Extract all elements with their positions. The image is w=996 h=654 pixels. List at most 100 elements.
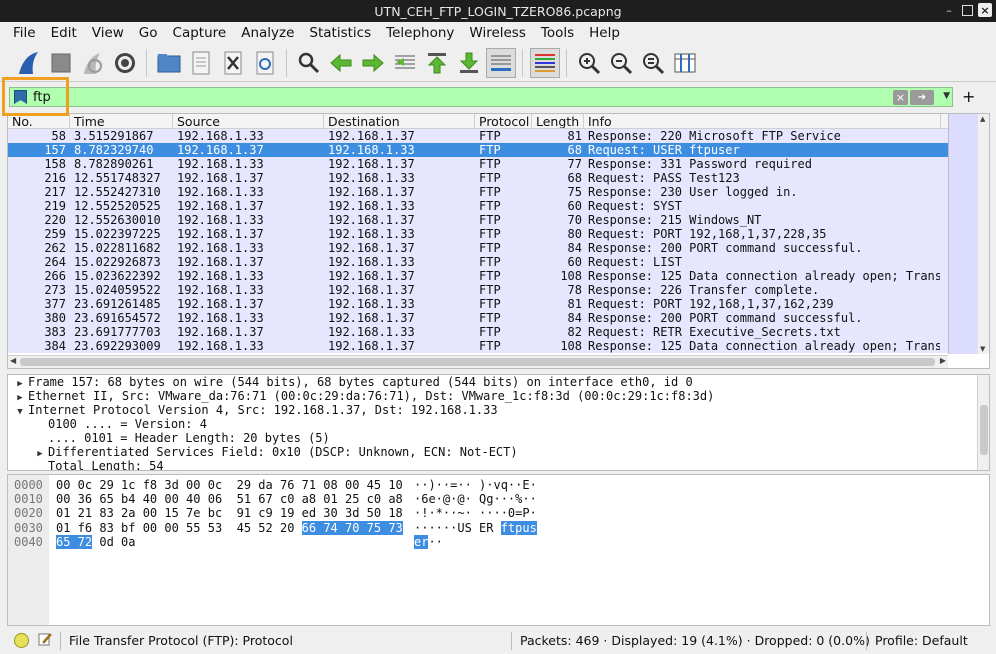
packet-row[interactable]: 157 8.782329740 192.168.1.37 192.168.1.33 FT… <box>8 143 989 157</box>
packet-row[interactable]: 384 23.692293009 192.168.1.33 192.168.1.37 F… <box>8 339 989 353</box>
find-packet-icon[interactable] <box>294 48 324 78</box>
packet-cell-protocol: FTP <box>479 185 501 199</box>
packet-row[interactable]: 220 12.552630010 192.168.1.33 192.168.1.37 F… <box>8 213 989 227</box>
open-folder-icon[interactable] <box>154 48 184 78</box>
packet-row[interactable]: 383 23.691777703 192.168.1.37 192.168.1.33 F… <box>8 325 989 339</box>
menu-capture[interactable]: Capture <box>165 25 234 41</box>
expert-info-led-icon[interactable] <box>14 633 29 648</box>
column-header-info[interactable]: Info <box>584 114 941 128</box>
packet-row[interactable]: 377 23.691261485 192.168.1.37 192.168.1.33 F… <box>8 297 989 311</box>
menu-analyze[interactable]: Analyze <box>233 25 301 41</box>
details-scrollbar[interactable] <box>977 375 989 470</box>
capture-comment-icon[interactable] <box>38 632 52 646</box>
stop-square-icon[interactable] <box>46 48 76 78</box>
detail-line[interactable]: 0100 .... = Version: 4 <box>8 417 989 431</box>
packet-row[interactable]: 219 12.552520525 192.168.1.37 192.168.1.33 F… <box>8 199 989 213</box>
menu-telephony[interactable]: Telephony <box>378 25 461 41</box>
capture-options-gear-icon[interactable] <box>110 48 140 78</box>
packet-row[interactable]: 216 12.551748327 192.168.1.37 192.168.1.33 F… <box>8 171 989 185</box>
packet-row[interactable]: 262 15.022811682 192.168.1.33 192.168.1.37 F… <box>8 241 989 255</box>
detail-line[interactable]: ▼ Internet Protocol Version 4, Src: 192.1… <box>8 403 989 417</box>
clear-filter-icon[interactable]: × <box>893 90 908 105</box>
hex-text: 01 21 83 2a 00 15 7e bc 91 c9 19 ed 30 3… <box>56 506 403 521</box>
scroll-up-icon[interactable]: ▲ <box>980 115 985 123</box>
detail-line[interactable]: ▶ Ethernet II, Src: VMware_da:76:71 (00:0… <box>8 389 989 403</box>
packet-cell-source: 192.168.1.37 <box>177 227 264 241</box>
add-filter-button[interactable]: + <box>962 87 975 106</box>
packet-row[interactable]: 273 15.024059522 192.168.1.33 192.168.1.37 F… <box>8 283 989 297</box>
apply-filter-arrow-icon[interactable]: ➜ <box>910 90 934 105</box>
menu-view[interactable]: View <box>84 25 131 41</box>
detail-line[interactable]: Total Length: 54 <box>8 459 989 470</box>
bookmark-icon[interactable] <box>14 90 27 104</box>
restart-capture-icon[interactable] <box>78 48 108 78</box>
detail-line[interactable]: .... 0101 = Header Length: 20 bytes (5) <box>8 431 989 445</box>
scroll-down-icon[interactable]: ▼ <box>980 345 985 353</box>
hex-bytes[interactable]: 01 21 83 2a 00 15 7e bc 91 c9 19 ed 30 3… <box>56 506 403 520</box>
hex-bytes[interactable]: 01 f6 83 bf 00 00 55 53 45 52 20 66 74 7… <box>56 520 403 535</box>
menu-go[interactable]: Go <box>131 25 165 41</box>
minimize-icon[interactable]: – <box>942 3 956 17</box>
column-header-time[interactable]: Time <box>70 114 173 128</box>
hscroll-thumb[interactable] <box>20 358 935 366</box>
packet-cell-no: 219 <box>44 199 66 213</box>
last-packet-icon[interactable] <box>454 48 484 78</box>
packet-row[interactable]: 380 23.691654572 192.168.1.33 192.168.1.37 F… <box>8 311 989 325</box>
status-profile[interactable]: Profile: Default <box>875 633 968 648</box>
autoscroll-icon[interactable] <box>486 47 516 78</box>
zoom-in-icon[interactable] <box>574 48 604 78</box>
chevron-down-icon[interactable]: ▼ <box>943 91 950 101</box>
packet-list-scrollbar[interactable]: ▲ ▼ <box>948 114 989 354</box>
packet-cell-info: Response: 215 Windows_NT <box>588 213 762 227</box>
column-header-length[interactable]: Length <box>532 114 584 128</box>
packet-row[interactable]: 158 8.782890261 192.168.1.33 192.168.1.37 FT… <box>8 157 989 171</box>
reload-icon[interactable] <box>250 48 280 78</box>
first-packet-icon[interactable] <box>422 48 452 78</box>
details-scroll-thumb[interactable] <box>980 405 988 455</box>
column-header-destination[interactable]: Destination <box>324 114 475 128</box>
maximize-icon[interactable] <box>960 3 974 17</box>
menu-file[interactable]: File <box>5 25 43 41</box>
scroll-right-icon[interactable]: ▶ <box>940 356 946 365</box>
detail-line[interactable]: ▶ Frame 157: 68 bytes on wire (544 bits),… <box>8 375 989 389</box>
zoom-out-icon[interactable] <box>606 48 636 78</box>
packet-list-hscrollbar[interactable]: ◀ ▶ <box>8 355 948 368</box>
resize-columns-icon[interactable] <box>670 48 700 78</box>
ascii-bytes[interactable]: er·· <box>414 534 443 549</box>
ascii-bytes[interactable]: ·!·*··~· ····0=P· <box>414 506 537 520</box>
hex-bytes[interactable]: 65 72 0d 0a <box>56 534 135 549</box>
packet-row[interactable]: 266 15.023622392 192.168.1.33 192.168.1.37 F… <box>8 269 989 283</box>
packet-minimap[interactable] <box>948 114 978 354</box>
detail-line[interactable]: ▶ Differentiated Services Field: 0x10 (DS… <box>8 445 989 459</box>
menu-tools[interactable]: Tools <box>533 25 581 41</box>
column-header-no[interactable]: No. <box>8 114 70 128</box>
ascii-bytes[interactable]: ··)··=·· )·vq··E· <box>414 478 537 492</box>
menu-help[interactable]: Help <box>581 25 627 41</box>
column-header-protocol[interactable]: Protocol <box>475 114 532 128</box>
save-file-icon[interactable] <box>186 48 216 78</box>
go-back-arrow-icon[interactable] <box>326 48 356 78</box>
normal-size-icon[interactable] <box>638 48 668 78</box>
hex-bytes[interactable]: 00 0c 29 1c f8 3d 00 0c 29 da 76 71 08 0… <box>56 478 403 492</box>
colorize-icon[interactable] <box>530 47 560 78</box>
close-window-icon[interactable]: × <box>978 3 992 17</box>
display-filter-input[interactable] <box>33 89 833 105</box>
go-forward-arrow-icon[interactable] <box>358 48 388 78</box>
packet-row[interactable]: 259 15.022397225 192.168.1.37 192.168.1.33 F… <box>8 227 989 241</box>
menu-statistics[interactable]: Statistics <box>301 25 378 41</box>
column-header-source[interactable]: Source <box>173 114 324 128</box>
ascii-bytes[interactable]: ······US ER ftpus <box>414 520 537 535</box>
packet-row[interactable]: 217 12.552427310 192.168.1.33 192.168.1.37 F… <box>8 185 989 199</box>
shark-fin-start-icon[interactable] <box>14 48 44 78</box>
packet-row[interactable]: 58 3.515291867 192.168.1.33 192.168.1.37 FTP… <box>8 129 989 143</box>
menu-wireless[interactable]: Wireless <box>461 25 533 41</box>
hex-bytes[interactable]: 00 36 65 b4 40 00 40 06 51 67 c0 a8 01 2… <box>56 492 403 506</box>
ascii-bytes[interactable]: ·6e·@·@· Qg···%·· <box>414 492 537 506</box>
go-to-packet-icon[interactable] <box>390 48 420 78</box>
scroll-left-icon[interactable]: ◀ <box>10 356 16 365</box>
display-filter-row: × ➜ ▼ + <box>0 82 996 112</box>
packet-row[interactable]: 264 15.022926873 192.168.1.37 192.168.1.33 F… <box>8 255 989 269</box>
packet-cell-info: Request: PORT 192,168,1,37,162,239 <box>588 297 834 311</box>
close-file-icon[interactable] <box>218 48 248 78</box>
menu-edit[interactable]: Edit <box>43 25 84 41</box>
